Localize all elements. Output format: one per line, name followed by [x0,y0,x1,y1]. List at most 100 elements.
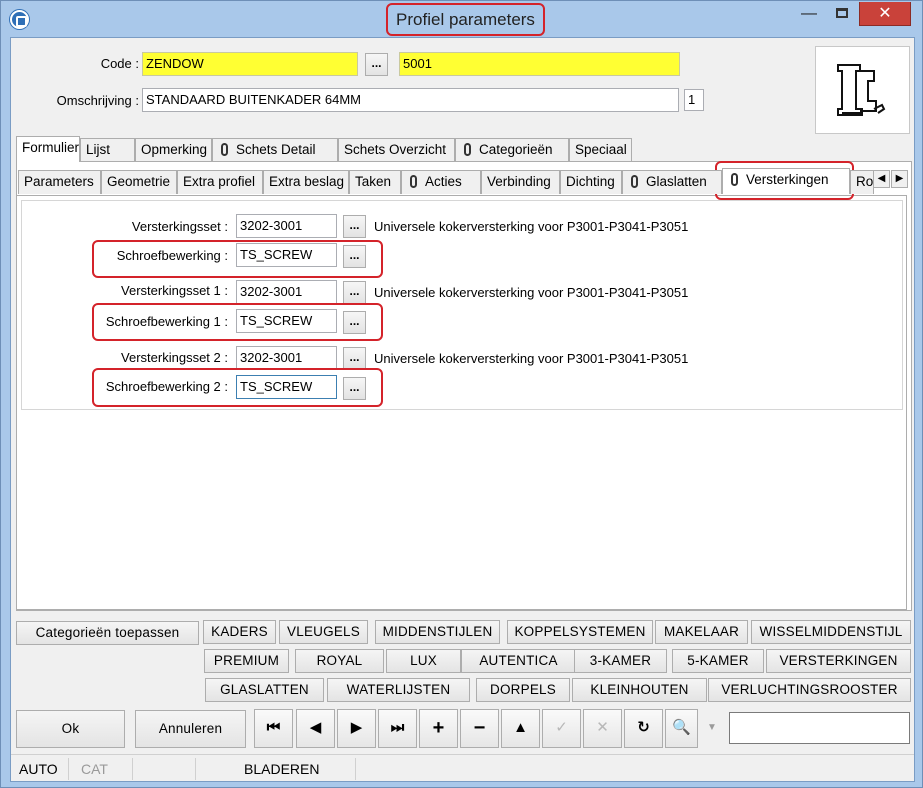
search-input[interactable] [729,712,910,744]
last-record-button[interactable]: ⏭ [378,709,417,748]
schroefbewerking-label: Schroefbewerking : [116,248,228,263]
status-state: BLADEREN [201,758,356,780]
versterkingsset-2-browse-button[interactable]: ... [343,347,366,370]
ok-button[interactable]: Ok [16,710,125,748]
category-glaslatten-button[interactable]: GLASLATTEN [205,678,324,702]
omschrijving-field[interactable]: STANDAARD BUITENKADER 64MM [142,88,679,112]
subtab-extra-beslag[interactable]: Extra beslag [263,170,349,194]
app-icon[interactable] [10,10,29,29]
tab-scroll-left-button[interactable]: ◀ [873,170,890,188]
subtab-acties[interactable]: Acties [401,170,481,194]
add-record-button[interactable]: + [419,709,458,748]
previous-record-button[interactable]: ◀ [296,709,335,748]
versterkingsset-browse-button[interactable]: ... [343,215,366,238]
code-field[interactable]: ZENDOW [142,52,358,76]
next-record-icon: ▶ [350,719,363,736]
schroefbewerking-2-field[interactable]: TS_SCREW [236,375,337,399]
maximize-button[interactable] [827,2,857,26]
tab-formulier[interactable]: Formulier [16,136,80,162]
category-kaders-button[interactable]: KADERS [203,620,276,644]
cancel-edit-icon: ✕ [596,719,609,736]
versterkingsset-description: Universele kokerversterking voor P3001-P… [374,219,689,234]
subtab-glaslatten[interactable]: Glaslatten [622,170,722,194]
paperclip-icon [631,175,638,188]
categorieen-toepassen-button[interactable]: Categorieën toepassen [16,621,199,645]
versterkingsset-1-field[interactable]: 3202-3001 [236,280,337,304]
subtab-versterkingen[interactable]: Versterkingen [722,168,850,194]
subtab-extra-profiel[interactable]: Extra profiel [177,170,263,194]
versterkingsset-label: Versterkingsset : [131,219,228,234]
category-dorpels-button[interactable]: DORPELS [476,678,570,702]
schroefbewerking-1-label: Schroefbewerking 1 : [105,314,228,329]
first-record-button[interactable]: ⏮ [254,709,293,748]
versterkingsset-field[interactable]: 3202-3001 [236,214,337,238]
tab-scroll-right-button[interactable]: ▶ [891,170,908,188]
versterkingsset-1-description: Universele kokerversterking voor P3001-P… [374,285,689,300]
versterkingsset-1-label: Versterkingsset 1 : [121,283,228,298]
subtab-parameters[interactable]: Parameters [18,170,101,194]
up-button[interactable]: ▲ [501,709,540,748]
omschrijving-count: 1 [684,89,704,111]
add-record-icon: + [432,717,445,739]
category-5-kamer-button[interactable]: 5-KAMER [672,649,764,673]
category-versterkingen-button[interactable]: VERSTERKINGEN [766,649,911,673]
tab-schets-overzicht[interactable]: Schets Overzicht [338,138,455,162]
tab-opmerking[interactable]: Opmerking [135,138,212,162]
delete-record-icon: − [473,717,486,739]
title-bar[interactable]: Profiel parameters — ✕ [1,1,922,37]
versterkingsset-2-field[interactable]: 3202-3001 [236,346,337,370]
category-koppelsystemen-button[interactable]: KOPPELSYSTEMEN [507,620,653,644]
schroefbewerking-browse-button[interactable]: ... [343,245,366,268]
category-vleugels-button[interactable]: VLEUGELS [279,620,368,644]
code-browse-button[interactable]: ... [365,53,388,76]
refresh-button[interactable]: ↻ [624,709,663,748]
confirm-button[interactable]: ✓ [542,709,581,748]
status-bar: AUTO CAT BLADEREN [11,754,914,781]
versterkingsset-1-browse-button[interactable]: ... [343,281,366,304]
category-autentica-button[interactable]: AUTENTICA [461,649,576,673]
subtab-geometrie[interactable]: Geometrie [101,170,177,194]
subtab-glaslatten-label: Glaslatten [646,174,707,189]
schroefbewerking-1-field[interactable]: TS_SCREW [236,309,337,333]
category-royal-button[interactable]: ROYAL [295,649,384,673]
versterkingsset-2-description: Universele kokerversterking voor P3001-P… [374,351,689,366]
cancel-edit-button[interactable]: ✕ [583,709,622,748]
application-window: Profiel parameters — ✕ Code : ZENDOW ...… [0,0,923,788]
subtab-verbinding[interactable]: Verbinding [481,170,560,194]
paperclip-icon [410,175,417,188]
category-kleinhouten-button[interactable]: KLEINHOUTEN [572,678,707,702]
delete-record-button[interactable]: − [460,709,499,748]
schroefbewerking-2-label: Schroefbewerking 2 : [105,379,228,394]
category-3-kamer-button[interactable]: 3-KAMER [574,649,667,673]
tab-schets-detail[interactable]: Schets Detail [212,138,338,162]
subtab-taken[interactable]: Taken [349,170,401,194]
category-middenstijlen-button[interactable]: MIDDENSTIJLEN [375,620,500,644]
tab-speciaal[interactable]: Speciaal [569,138,632,162]
subtab-dichting[interactable]: Dichting [560,170,622,194]
category-verluchtingsrooster-button[interactable]: VERLUCHTINGSROOSTER [708,678,911,702]
annuleren-button[interactable]: Annuleren [135,710,246,748]
category-waterlijsten-button[interactable]: WATERLIJSTEN [327,678,470,702]
tab-lijst[interactable]: Lijst [80,138,135,162]
minimize-button[interactable]: — [794,2,824,26]
schroefbewerking-2-browse-button[interactable]: ... [343,377,366,400]
schroefbewerking-1-browse-button[interactable]: ... [343,311,366,334]
schroefbewerking-field[interactable]: TS_SCREW [236,243,337,267]
profile-sketch-icon [837,64,886,116]
up-icon: ▲ [513,719,528,736]
category-premium-button[interactable]: PREMIUM [204,649,289,673]
next-record-button[interactable]: ▶ [337,709,376,748]
confirm-icon: ✓ [555,719,568,736]
chevron-down-icon[interactable]: ▼ [707,722,717,733]
category-makelaar-button[interactable]: MAKELAAR [655,620,748,644]
category-wisselmiddenstijl-button[interactable]: WISSELMIDDENSTIJL [751,620,911,644]
previous-record-icon: ◀ [309,719,322,736]
close-button[interactable]: ✕ [859,2,911,26]
subtab-overflow[interactable]: Ro [850,170,874,194]
profile-sketch-thumbnail[interactable] [815,46,910,134]
tab-categorieen[interactable]: Categorieën [455,138,569,162]
category-lux-button[interactable]: LUX [386,649,461,673]
search-button[interactable]: 🔍 [665,709,698,748]
tab-categorieen-label: Categorieën [479,142,553,157]
code-number-field[interactable]: 5001 [399,52,680,76]
